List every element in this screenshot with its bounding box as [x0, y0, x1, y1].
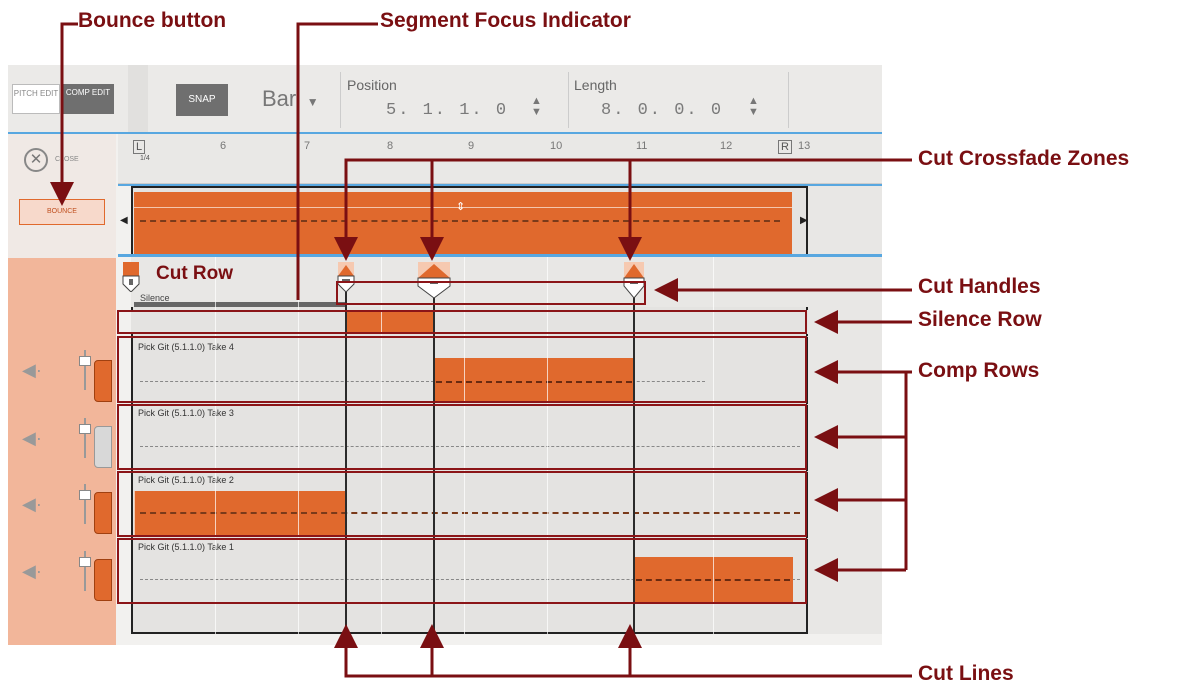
- callout-bounce-button: Bounce button: [78, 9, 227, 32]
- callout-cut-crossfade-zones: Cut Crossfade Zones: [918, 147, 1130, 170]
- callout-cut-handles: Cut Handles: [918, 275, 1041, 298]
- callout-segment-focus-indicator: Segment Focus Indicator: [380, 9, 631, 32]
- callout-cut-row: Cut Row: [156, 263, 234, 284]
- annotation-arrows: [50, 22, 912, 678]
- callout-cut-lines: Cut Lines: [918, 662, 1014, 685]
- callout-silence-row: Silence Row: [918, 308, 1042, 331]
- callout-comp-rows: Comp Rows: [918, 359, 1040, 382]
